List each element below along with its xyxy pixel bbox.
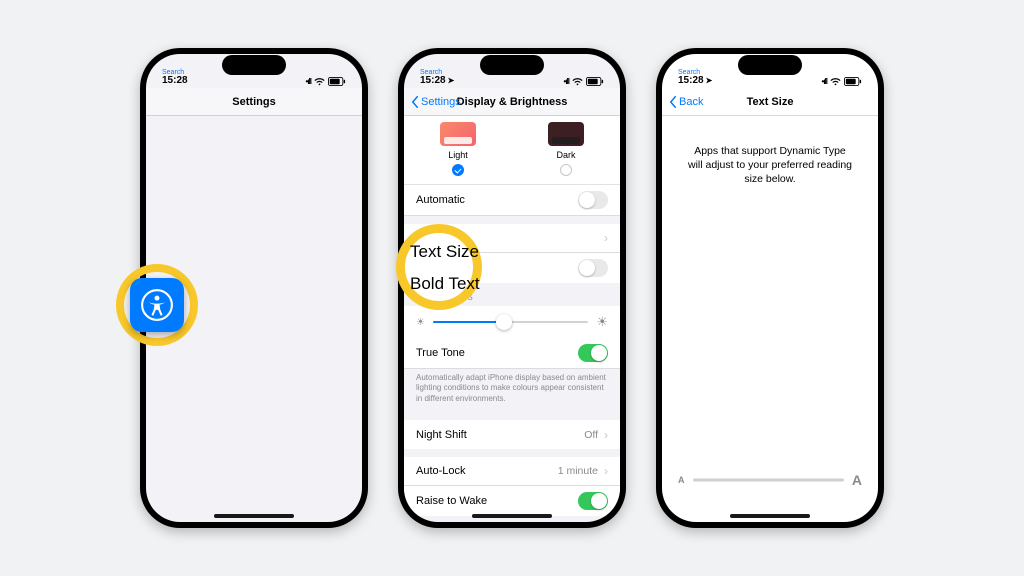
light-radio[interactable] [452, 164, 464, 176]
text-size-content: Apps that support Dynamic Type will adju… [662, 116, 878, 522]
back-label: Back [679, 96, 703, 108]
back-label: Settings [421, 96, 461, 108]
signal-icon: •ıll [306, 77, 311, 86]
row-automatic[interactable]: Automatic [404, 185, 620, 216]
row-auto-lock[interactable]: Auto-Lock 1 minute › [404, 457, 620, 486]
home-indicator[interactable] [214, 514, 294, 518]
display-content[interactable]: Light Dark Automatic Text Size › [404, 116, 620, 522]
wifi-icon [830, 78, 841, 86]
battery-icon [844, 77, 862, 86]
brightness-header: BRIGHTNESS [404, 283, 620, 306]
chevron-right-icon: › [604, 231, 608, 245]
row-raise-to-wake[interactable]: Raise to Wake [404, 486, 620, 516]
appearance-selector: Light Dark [404, 116, 620, 185]
page-title: Settings [232, 96, 275, 108]
auto-lock-value: 1 minute [558, 465, 598, 477]
page-title: Text Size [747, 96, 794, 108]
sun-large-icon: ☀︎ [596, 314, 608, 330]
row-bold-text[interactable]: Bold Text [404, 253, 620, 283]
location-icon: ➤ [448, 76, 455, 85]
appearance-light[interactable]: Light [440, 122, 476, 176]
navbar-settings: Settings [146, 88, 362, 116]
dark-thumbnail [548, 122, 584, 146]
status-time: 15:28 [162, 76, 188, 86]
automatic-toggle[interactable] [578, 191, 608, 209]
bold-text-toggle[interactable] [578, 259, 608, 277]
screen-text-size: Search 15:28➤ •ıll Back Text Size Apps t… [662, 54, 878, 522]
large-a-icon: A [852, 472, 862, 488]
chevron-right-icon: › [604, 464, 608, 478]
navbar-display: Settings Display & Brightness [404, 88, 620, 116]
slider-track[interactable] [693, 472, 844, 488]
phone-text-size: Search 15:28➤ •ıll Back Text Size Apps t… [656, 48, 884, 528]
back-button[interactable]: Back [668, 88, 703, 115]
wifi-icon [572, 78, 583, 86]
dark-radio[interactable] [560, 164, 572, 176]
navbar-text-size: Back Text Size [662, 88, 878, 116]
row-night-shift[interactable]: Night Shift Off › [404, 420, 620, 449]
status-time: 15:28➤ [420, 76, 454, 86]
phone-settings: Search 15:28 •ıll Settings [140, 48, 368, 528]
notch [480, 55, 544, 75]
signal-icon: •ıll [822, 77, 827, 86]
page-title: Display & Brightness [457, 96, 568, 108]
phone-display-brightness: Search 15:28➤ •ıll Settings Display & Br… [398, 48, 626, 528]
status-time: 15:28➤ [678, 76, 712, 86]
sun-small-icon: ☀︎ [416, 317, 425, 328]
dark-label: Dark [556, 150, 575, 160]
light-label: Light [448, 150, 468, 160]
notch [738, 55, 802, 75]
chevron-right-icon: › [604, 428, 608, 442]
text-size-slider[interactable]: A A [678, 472, 862, 488]
brightness-slider-row[interactable]: ☀︎ ☀︎ [404, 306, 620, 338]
true-tone-label: True Tone [416, 347, 578, 359]
night-shift-label: Night Shift [416, 429, 584, 441]
row-true-tone[interactable]: True Tone [404, 338, 620, 369]
home-indicator[interactable] [472, 514, 552, 518]
battery-icon [586, 77, 604, 86]
wifi-icon [314, 78, 325, 86]
row-text-size[interactable]: Text Size › [404, 224, 620, 253]
battery-icon [328, 77, 346, 86]
bold-text-label: Bold Text [416, 262, 578, 274]
signal-icon: •ıll [564, 77, 569, 86]
automatic-label: Automatic [416, 194, 578, 206]
home-indicator[interactable] [730, 514, 810, 518]
light-thumbnail [440, 122, 476, 146]
auto-lock-label: Auto-Lock [416, 465, 558, 477]
raise-to-wake-label: Raise to Wake [416, 495, 578, 507]
text-size-label: Text Size [416, 232, 604, 244]
small-a-icon: A [678, 475, 685, 485]
true-tone-footnote: Automatically adapt iPhone display based… [404, 369, 620, 412]
appearance-dark[interactable]: Dark [548, 122, 584, 176]
dynamic-type-message: Apps that support Dynamic Type will adju… [662, 116, 878, 187]
status-icons: •ıll [306, 77, 346, 86]
location-icon: ➤ [706, 76, 713, 85]
screen-display: Search 15:28➤ •ıll Settings Display & Br… [404, 54, 620, 522]
raise-to-wake-toggle[interactable] [578, 492, 608, 510]
brightness-slider[interactable] [433, 321, 588, 323]
notch [222, 55, 286, 75]
night-shift-value: Off [584, 429, 598, 441]
true-tone-toggle[interactable] [578, 344, 608, 362]
accessibility-app-icon [130, 278, 184, 332]
back-button[interactable]: Settings [410, 88, 461, 115]
